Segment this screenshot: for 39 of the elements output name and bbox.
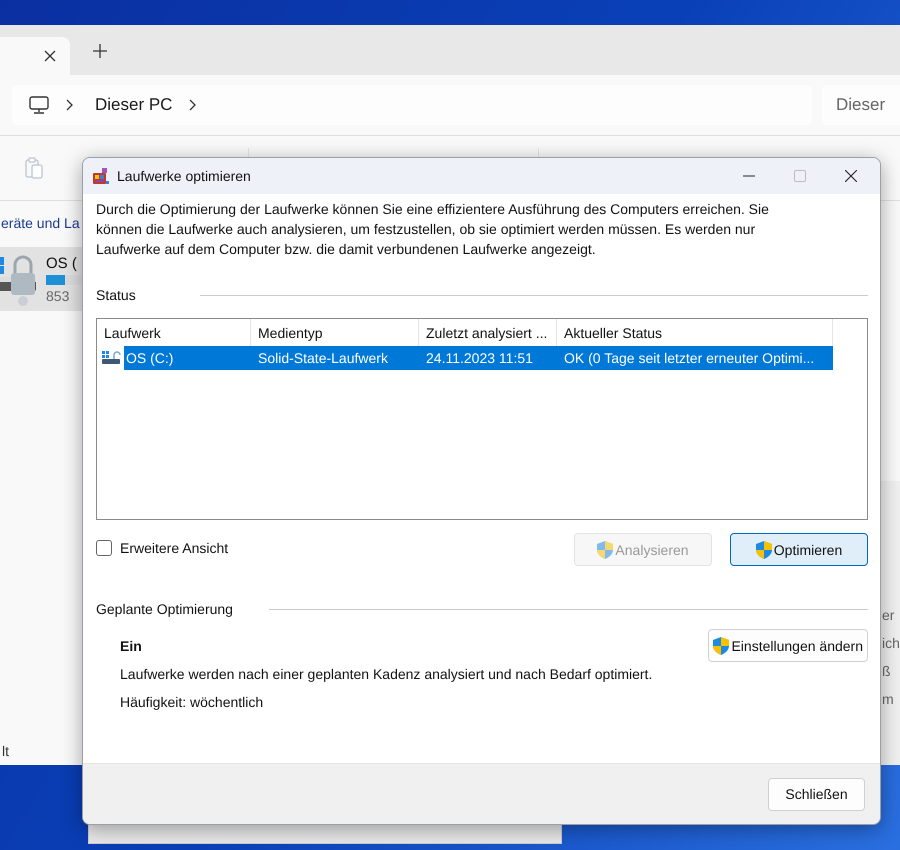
- frequency-text: Häufigkeit: wöchentlich: [120, 694, 264, 710]
- detail-text: ß: [882, 663, 891, 681]
- section-heading: eräte und La: [1, 215, 80, 233]
- chevron-icon[interactable]: [188, 99, 196, 111]
- shield-icon: [597, 540, 614, 558]
- close-button[interactable]: Schließen: [768, 778, 865, 810]
- close-icon[interactable]: [44, 50, 56, 62]
- shield-icon: [756, 540, 772, 558]
- window-title: Laufwerke optimieren: [117, 168, 251, 184]
- detail-text: ich: [882, 635, 900, 653]
- action-button[interactable]: Optimieren: [730, 533, 868, 566]
- group-heading: Geplante Optimierung: [96, 601, 233, 617]
- table-cell: 24.11.2023 11:51: [426, 350, 533, 366]
- change-settings-button[interactable]: Einstellungen ändern: [708, 629, 868, 662]
- drive-size: 853: [46, 288, 70, 304]
- schedule-description: Laufwerke werden nach einer geplanten Kadenz analysiert und nach Bedarf optimiert.: [120, 666, 652, 682]
- advanced-view-checkbox[interactable]: Erweitere Ansicht: [96, 537, 228, 559]
- defrag-icon: [92, 167, 110, 185]
- chevron-icon[interactable]: [65, 99, 73, 111]
- detail-text: m: [882, 691, 894, 709]
- new-tab-icon[interactable]: [93, 44, 107, 58]
- detail-text: er: [882, 607, 894, 625]
- shield-icon: [713, 636, 730, 654]
- close-icon[interactable]: [845, 170, 857, 182]
- description-text: Durch die Optimierung der Laufwerke können Sie eine effizientere Ausführung des Computers erreichen. Sie können die Laufwerke auch analysieren, um festzustellen, ob sie optimiert werden müssen. Es werden nur Laufwerke auf dem Computer bzw. die damit verbundenen Laufwerke angezeigt.: [96, 200, 770, 259]
- table-cell: Solid-State-Laufwerk: [258, 350, 388, 366]
- drive-icon: [102, 351, 122, 365]
- clipboard-icon[interactable]: [25, 157, 43, 179]
- drive-row[interactable]: OS (C:) Solid-State-Laufwerk 24.11.2023 11:51 OK (0 Tage seit letzter erneuter Optimi...: [97, 346, 867, 370]
- monitor-icon: [29, 95, 49, 115]
- table-cell: OK (0 Tage seit letzter erneuter Optimi...: [564, 350, 814, 366]
- table-cell: OS (C:): [124, 346, 251, 370]
- schedule-state: Ein: [120, 638, 143, 654]
- address-bar[interactable]: Dieser PC: [12, 85, 812, 125]
- status-text: lt: [2, 743, 9, 759]
- breadcrumb[interactable]: Dieser PC: [95, 95, 172, 115]
- drive-name: OS (: [46, 254, 77, 272]
- group-heading: Status: [96, 287, 136, 303]
- search-field[interactable]: Dieser: [822, 85, 900, 125]
